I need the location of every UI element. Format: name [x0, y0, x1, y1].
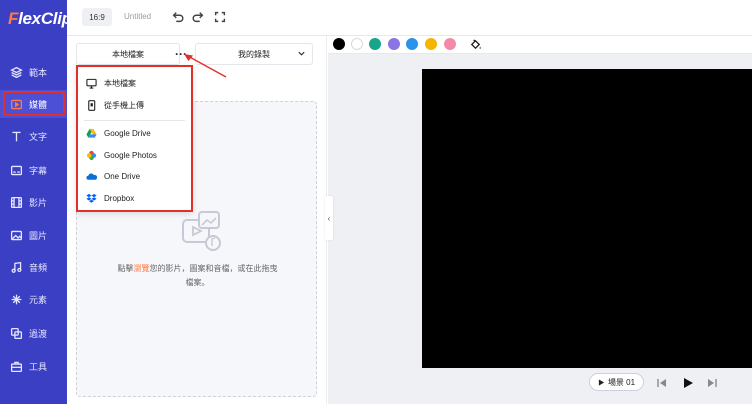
scene-play-button[interactable]: 場景 01: [589, 373, 644, 391]
menu-item-google-photos[interactable]: Google Photos: [78, 145, 191, 165]
menu-item-phone-upload[interactable]: 從手機上傳: [78, 95, 191, 115]
paint-bucket-icon[interactable]: [469, 38, 482, 51]
color-swatch-pink[interactable]: [444, 38, 456, 50]
top-toolbar: 16:9 Untitled: [67, 0, 752, 36]
sidebar-item-tools[interactable]: 工具: [0, 352, 67, 380]
sidebar-item-elements[interactable]: 元素: [0, 285, 67, 313]
transition-icon: [3, 327, 29, 340]
dropbox-icon: [78, 193, 104, 204]
upload-source-menu: 本地檔案 從手機上傳 Google Drive Google Photos On…: [76, 65, 193, 212]
google-drive-icon: [78, 128, 104, 139]
phone-icon: [78, 99, 104, 111]
fullscreen-icon[interactable]: [213, 10, 227, 24]
play-button-icon[interactable]: [682, 376, 694, 388]
color-swatch-white[interactable]: [351, 38, 363, 50]
elements-icon: [3, 293, 29, 306]
sidebar-item-subtitles[interactable]: 字幕: [0, 156, 67, 184]
menu-divider: [84, 120, 185, 121]
sidebar-item-templates[interactable]: 範本: [0, 58, 67, 86]
next-scene-icon[interactable]: [706, 376, 718, 388]
layers-icon: [3, 66, 29, 79]
sidebar-item-transitions[interactable]: 過渡: [0, 319, 67, 347]
subtitle-icon: [3, 164, 29, 177]
upload-illustration-icon: [182, 211, 221, 251]
menu-item-local-files[interactable]: 本地檔案: [78, 73, 191, 93]
sidebar-item-audio[interactable]: 音頻: [0, 253, 67, 281]
sidebar-item-video[interactable]: 影片: [0, 188, 67, 216]
chevron-down-icon: [298, 51, 305, 56]
previous-scene-icon[interactable]: [656, 376, 668, 388]
menu-item-google-drive[interactable]: Google Drive: [78, 123, 191, 143]
color-swatch-yellow[interactable]: [425, 38, 437, 50]
video-canvas[interactable]: [422, 69, 752, 368]
menu-item-dropbox[interactable]: Dropbox: [78, 188, 191, 208]
text-icon: [3, 130, 29, 143]
browse-link[interactable]: 瀏覽: [134, 264, 150, 273]
sidebar-item-text[interactable]: 文字: [0, 122, 67, 150]
monitor-icon: [78, 78, 104, 89]
project-title[interactable]: Untitled: [124, 12, 151, 21]
tools-icon: [3, 360, 29, 373]
play-icon: [598, 378, 605, 386]
video-icon: [3, 196, 29, 209]
tab-local-files[interactable]: 本地檔案: [76, 43, 180, 65]
color-swatch-purple[interactable]: [388, 38, 400, 50]
sidebar-item-images[interactable]: 圖片: [0, 221, 67, 249]
collapse-panel-button[interactable]: ‹: [325, 196, 333, 240]
tab-my-recordings-label: 我的錄製: [238, 49, 270, 59]
redo-icon[interactable]: [191, 10, 205, 24]
color-swatch-teal[interactable]: [369, 38, 381, 50]
music-icon: [3, 261, 29, 274]
color-swatch-blue[interactable]: [406, 38, 418, 50]
menu-item-onedrive[interactable]: One Drive: [78, 166, 191, 186]
sidebar: FlexClip 範本 媒體 文字 字幕 影片 圖片 音頻 元素 過渡 工具: [0, 0, 72, 404]
undo-icon[interactable]: [171, 10, 185, 24]
flexclip-logo[interactable]: FlexClip: [8, 9, 72, 29]
aspect-ratio-button[interactable]: 16:9: [82, 8, 112, 26]
google-photos-icon: [78, 150, 104, 161]
active-highlight-box: [3, 91, 65, 116]
image-icon: [3, 229, 29, 242]
color-swatch-black[interactable]: [333, 38, 345, 50]
onedrive-icon: [78, 171, 104, 182]
annotation-arrow-icon: [184, 54, 227, 78]
upload-instructions: 點擊瀏覽您的影片，圖案和音檔，或在此拖曳檔案。: [117, 264, 278, 287]
